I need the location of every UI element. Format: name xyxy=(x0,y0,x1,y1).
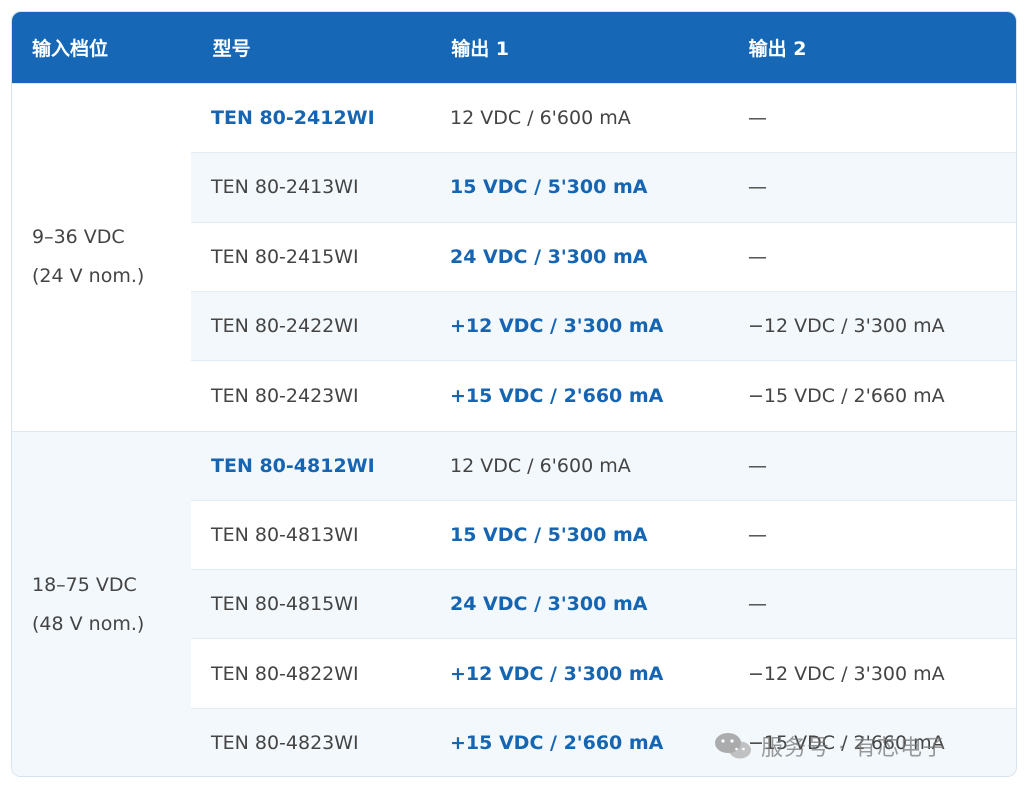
output-1-cell: +12 VDC / 3'300 mA xyxy=(450,662,664,685)
model-cell: TEN 80-4815WI xyxy=(211,593,359,616)
table-row: TEN 80-4812WI 12 VDC / 6'600 mA — xyxy=(191,431,1016,501)
model-cell: TEN 80-4822WI xyxy=(211,662,359,685)
table-header: 输入档位 型号 输出 1 输出 2 xyxy=(12,12,1016,83)
table-row: TEN 80-4823WI +15 VDC / 2'660 mA −15 VDC… xyxy=(191,708,1016,776)
input-range: 9–36 VDC xyxy=(32,226,125,249)
header-input-range: 输入档位 xyxy=(32,38,109,60)
output-1-cell: 24 VDC / 3'300 mA xyxy=(450,593,648,616)
input-nominal: (24 V nom.) xyxy=(32,265,145,288)
model-cell: TEN 80-2412WI xyxy=(211,107,375,130)
output-2-cell: −12 VDC / 3'300 mA xyxy=(748,315,945,338)
output-1-cell: +15 VDC / 2'660 mA xyxy=(450,384,664,407)
output-2-cell: −15 VDC / 2'660 mA xyxy=(748,384,945,407)
output-1-cell: +15 VDC / 2'660 mA xyxy=(450,732,664,755)
model-cell: TEN 80-2415WI xyxy=(211,245,359,268)
input-group-24v: 9–36 VDC (24 V nom.) TEN 80-2412WI 12 VD… xyxy=(12,83,1016,431)
model-cell: TEN 80-4823WI xyxy=(211,732,359,755)
input-range-cell: 18–75 VDC (48 V nom.) xyxy=(12,432,191,777)
table-row: TEN 80-4813WI 15 VDC / 5'300 mA — xyxy=(191,500,1016,571)
model-cell: TEN 80-4813WI xyxy=(211,523,359,546)
table-row: TEN 80-4822WI +12 VDC / 3'300 mA −12 VDC… xyxy=(191,639,1016,709)
spec-table: 输入档位 型号 输出 1 输出 2 9–36 VDC (24 V nom.) T… xyxy=(11,11,1017,777)
output-2-cell: — xyxy=(748,107,767,130)
output-1-cell: 24 VDC / 3'300 mA xyxy=(450,245,648,268)
output-1-cell: +12 VDC / 3'300 mA xyxy=(450,315,664,338)
model-cell: TEN 80-2413WI xyxy=(211,176,359,199)
header-output-1: 输出 1 xyxy=(451,38,510,60)
output-2-cell: — xyxy=(748,593,767,616)
output-2-cell: — xyxy=(748,454,767,477)
table-row: TEN 80-4815WI 24 VDC / 3'300 mA — xyxy=(191,570,1016,640)
output-2-cell: — xyxy=(748,523,767,546)
table-row: TEN 80-2422WI +12 VDC / 3'300 mA −12 VDC… xyxy=(191,291,1016,362)
output-1-cell: 12 VDC / 6'600 mA xyxy=(450,107,631,130)
input-range: 18–75 VDC xyxy=(32,573,137,596)
model-cell: TEN 80-2422WI xyxy=(211,315,359,338)
output-1-cell: 12 VDC / 6'600 mA xyxy=(450,454,631,477)
output-2-cell: −12 VDC / 3'300 mA xyxy=(748,662,945,685)
input-nominal: (48 V nom.) xyxy=(32,612,145,635)
model-cell: TEN 80-2423WI xyxy=(211,384,359,407)
table-row: TEN 80-2413WI 15 VDC / 5'300 mA — xyxy=(191,153,1016,223)
output-1-cell: 15 VDC / 5'300 mA xyxy=(450,176,648,199)
header-model: 型号 xyxy=(212,38,251,60)
table-row: TEN 80-2412WI 12 VDC / 6'600 mA — xyxy=(191,84,1016,154)
model-cell: TEN 80-4812WI xyxy=(211,454,375,477)
input-range-cell: 9–36 VDC (24 V nom.) xyxy=(12,84,191,431)
output-2-cell: — xyxy=(748,176,767,199)
output-2-cell: — xyxy=(748,245,767,268)
output-1-cell: 15 VDC / 5'300 mA xyxy=(450,523,648,546)
table-row: TEN 80-2415WI 24 VDC / 3'300 mA — xyxy=(191,222,1016,292)
output-2-cell: −15 VDC / 2'660 mA xyxy=(748,732,945,755)
table-row: TEN 80-2423WI +15 VDC / 2'660 mA −15 VDC… xyxy=(191,361,1016,431)
header-output-2: 输出 2 xyxy=(748,38,807,60)
input-group-48v: 18–75 VDC (48 V nom.) TEN 80-4812WI 12 V… xyxy=(12,430,1016,777)
